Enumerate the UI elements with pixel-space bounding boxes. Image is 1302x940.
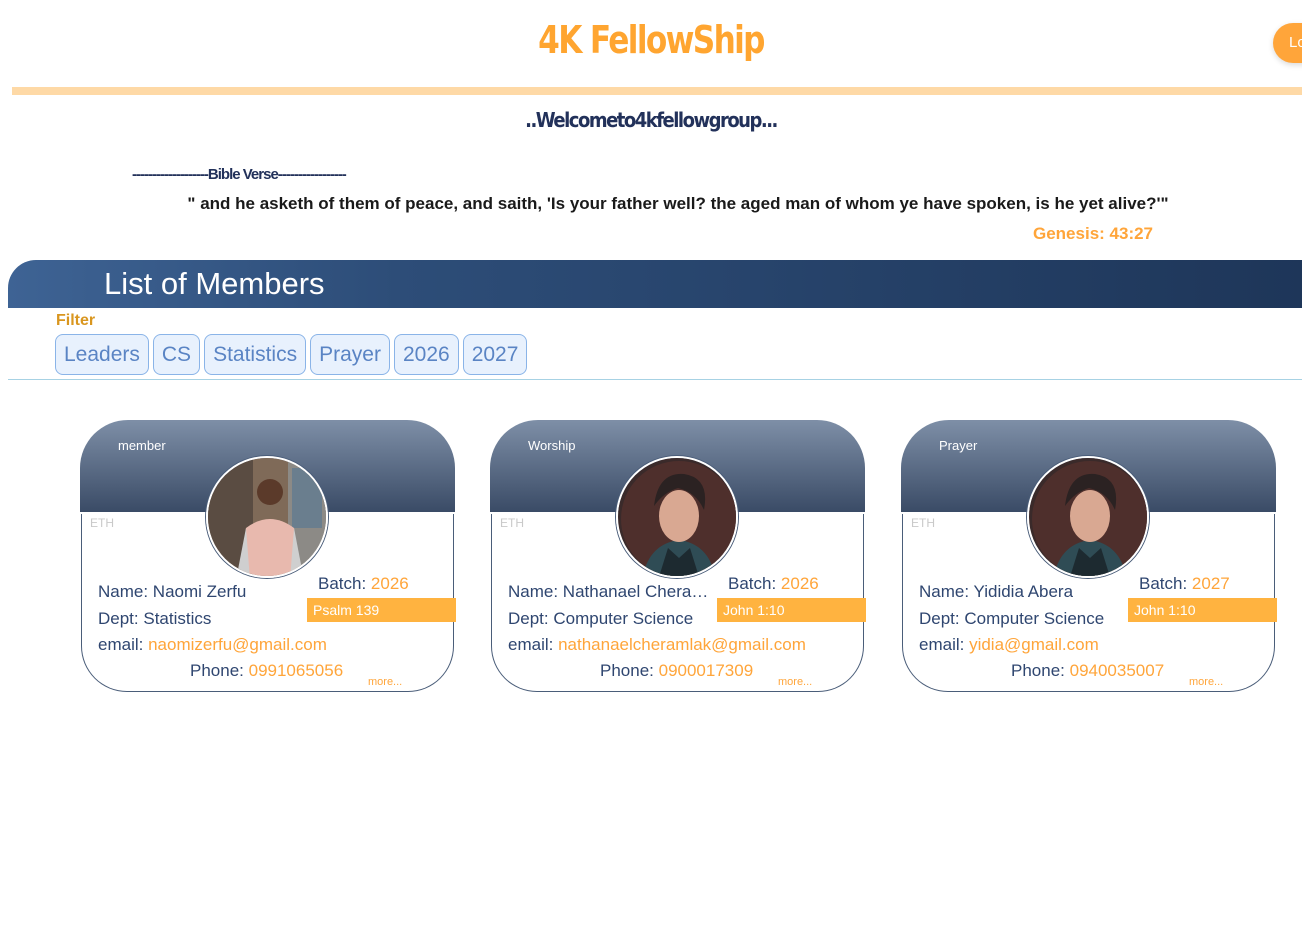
member-email[interactable]: yidia@gmail.com bbox=[969, 635, 1099, 654]
batch-field: Batch: 2026 bbox=[318, 574, 409, 593]
dept-field: Dept: Computer Science bbox=[508, 609, 694, 628]
member-card[interactable]: Prayer ETH Batch: 2027 John 1:10 Name: Y… bbox=[901, 420, 1277, 692]
name-field: Name: Naomi Zerfu bbox=[98, 582, 247, 601]
country-code: ETH bbox=[911, 516, 935, 530]
dept-field: Dept: Computer Science bbox=[919, 609, 1105, 628]
member-role: member bbox=[118, 438, 166, 453]
member-dept: Statistics bbox=[143, 609, 212, 628]
batch-value: 2027 bbox=[1191, 574, 1230, 593]
phone-field: Phone: 0991065056 bbox=[190, 661, 344, 680]
members-header-band: List of Members bbox=[8, 260, 1302, 308]
filter-2027[interactable]: 2027 bbox=[462, 334, 528, 375]
email-field: email: nathanaelcheramlak@gmail.com bbox=[508, 635, 806, 654]
email-field: email: naomizerfu@gmail.com bbox=[98, 635, 327, 654]
member-role: Prayer bbox=[939, 438, 978, 453]
avatar bbox=[206, 456, 328, 578]
member-dept: Computer Science bbox=[553, 609, 694, 628]
filter-leaders[interactable]: Leaders bbox=[55, 334, 149, 375]
member-phone[interactable]: 0991065056 bbox=[249, 661, 344, 680]
name-field: Name: Nathanael Cheram... bbox=[508, 582, 718, 601]
welcome-text: ..Welcometo4kfellowgroup... bbox=[525, 108, 778, 132]
member-phone[interactable]: 0940035007 bbox=[1070, 661, 1165, 680]
filter-divider bbox=[8, 379, 1302, 380]
batch-field: Batch: 2027 bbox=[1139, 574, 1230, 593]
favorite-verse-tag: John 1:10 bbox=[717, 598, 866, 622]
filter-statistics[interactable]: Statistics bbox=[204, 334, 307, 375]
member-email[interactable]: nathanaelcheramlak@gmail.com bbox=[558, 635, 806, 654]
member-email[interactable]: naomizerfu@gmail.com bbox=[148, 635, 327, 654]
member-phone[interactable]: 0900017309 bbox=[659, 661, 754, 680]
phone-field: Phone: 0900017309 bbox=[600, 661, 754, 680]
verse-text: " and he asketh of them of peace, and sa… bbox=[187, 194, 1169, 213]
batch-value: 2026 bbox=[780, 574, 819, 593]
more-link[interactable]: more... bbox=[1189, 676, 1223, 688]
login-button[interactable]: Login bbox=[1273, 23, 1302, 63]
brand-title: 4K FellowShip bbox=[538, 18, 765, 62]
filter-2026[interactable]: 2026 bbox=[393, 334, 459, 375]
country-code: ETH bbox=[90, 516, 114, 530]
dept-field: Dept: Statistics bbox=[98, 609, 212, 628]
country-code: ETH bbox=[500, 516, 524, 530]
member-name: Naomi Zerfu bbox=[152, 582, 247, 601]
filter-cs[interactable]: CS bbox=[152, 334, 201, 375]
member-name: Yididia Abera bbox=[973, 582, 1074, 601]
more-link[interactable]: more... bbox=[368, 676, 402, 688]
filter-prayer[interactable]: Prayer bbox=[310, 334, 390, 375]
member-card[interactable]: Worship ETH Batch: 2026 John 1:10 Name: … bbox=[490, 420, 866, 692]
phone-field: Phone: 0940035007 bbox=[1011, 661, 1165, 680]
favorite-verse-tag: Psalm 139 bbox=[307, 598, 456, 622]
members-title: List of Members bbox=[104, 266, 325, 301]
header-divider bbox=[12, 87, 1302, 95]
avatar bbox=[1027, 456, 1149, 578]
avatar bbox=[616, 456, 738, 578]
member-card[interactable]: member ETH Batch: 2026 Psalm 139 Name: N… bbox=[80, 420, 456, 692]
verse-heading: -------------------Bible Verse----------… bbox=[132, 166, 347, 183]
member-dept: Computer Science bbox=[964, 609, 1105, 628]
member-name: Nathanael Cheram... bbox=[562, 582, 718, 601]
batch-value: 2026 bbox=[370, 574, 409, 593]
member-role: Worship bbox=[528, 438, 576, 453]
name-field: Name: Yididia Abera bbox=[919, 582, 1074, 601]
verse-reference: Genesis: 43:27 bbox=[1033, 224, 1154, 243]
more-link[interactable]: more... bbox=[778, 676, 812, 688]
email-field: email: yidia@gmail.com bbox=[919, 635, 1099, 654]
filter-label: Filter bbox=[56, 312, 96, 329]
batch-field: Batch: 2026 bbox=[728, 574, 819, 593]
filter-chips: Leaders CS Statistics Prayer 2026 2027 bbox=[55, 334, 528, 375]
favorite-verse-tag: John 1:10 bbox=[1128, 598, 1277, 622]
